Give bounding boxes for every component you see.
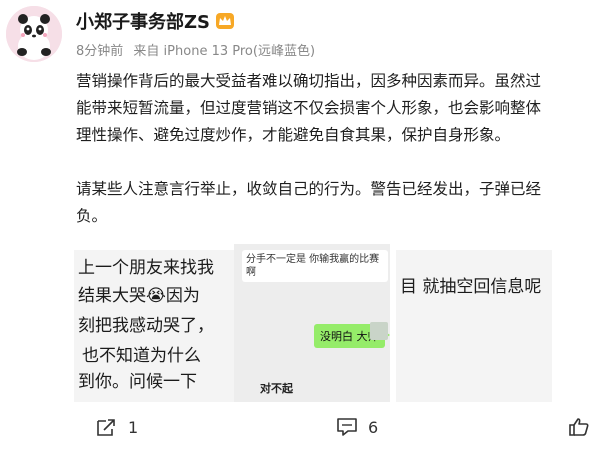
post-image-2[interactable]: 分手不一定是 你输我赢的比赛啊 没明白 大师 对不起 [234, 244, 390, 402]
post-meta: 8分钟前 来自 iPhone 13 Pro(远峰蓝色) [76, 40, 315, 59]
vip-crown-icon [216, 13, 235, 29]
image-text-line: 到你。问候一下 [78, 372, 197, 392]
thumbs-up-icon [569, 418, 589, 436]
share-button[interactable]: 1 [96, 412, 138, 442]
chat-message: 分手不一定是 你输我赢的比赛啊 [242, 250, 388, 282]
like-button[interactable] [568, 412, 600, 442]
post-source: 来自 iPhone 13 Pro(远峰蓝色) [133, 44, 316, 59]
image-text-line: 上一个朋友来找我 [78, 258, 214, 278]
handwritten-text: 对不起 [260, 382, 293, 395]
chat-avatar [370, 322, 388, 340]
post-text-line: 能带来短暂流量，但过度营销这不仅会损害个人形象，也会影响整体 [76, 99, 542, 117]
image-text-line: 刻把我感动哭了， [78, 316, 214, 336]
comment-icon [337, 418, 357, 436]
image-text-line: 目 就抽空回信息呢 [400, 277, 542, 297]
post-text-line: 负。 [76, 207, 108, 225]
comment-count: 6 [368, 417, 379, 437]
image-gallery: 上一个朋友来找我 结果大哭😭因为 刻把我感动哭了， 也不知道为什么 到你。问候一… [74, 244, 600, 402]
post-image-1[interactable]: 上一个朋友来找我 结果大哭😭因为 刻把我感动哭了， 也不知道为什么 到你。问候一… [74, 250, 234, 402]
image-text-line: 结果大哭😭因为 [78, 286, 200, 306]
post-text-line: 营销操作背后的最大受益者难以确切指出，因多种因素而异。虽然过 [76, 72, 542, 90]
post-text-line: 请某些人注意言行举止，收敛自己的行为。警告已经发出，子弹已经 [76, 180, 542, 198]
post-image-3[interactable]: 目 就抽空回信息呢 [396, 250, 552, 402]
post-text-line: 理性操作、避免过度炒作，才能避免自食其果，保护自身形象。 [76, 126, 511, 144]
post-time: 8分钟前 [76, 44, 124, 59]
user-header: 小郑子事务部ZS [76, 8, 235, 34]
share-icon [97, 419, 115, 436]
panda-avatar-icon [6, 6, 62, 62]
comment-button[interactable]: 6 [336, 412, 378, 442]
image-text-line: 也不知道为什么 [82, 346, 201, 366]
action-bar: 1 6 [0, 412, 600, 442]
share-count: 1 [128, 417, 139, 437]
username[interactable]: 小郑子事务部ZS [76, 8, 210, 34]
post-content: 营销操作背后的最大受益者难以确切指出，因多种因素而异。虽然过 能带来短暂流量，但… [76, 68, 600, 230]
avatar[interactable] [6, 6, 62, 62]
